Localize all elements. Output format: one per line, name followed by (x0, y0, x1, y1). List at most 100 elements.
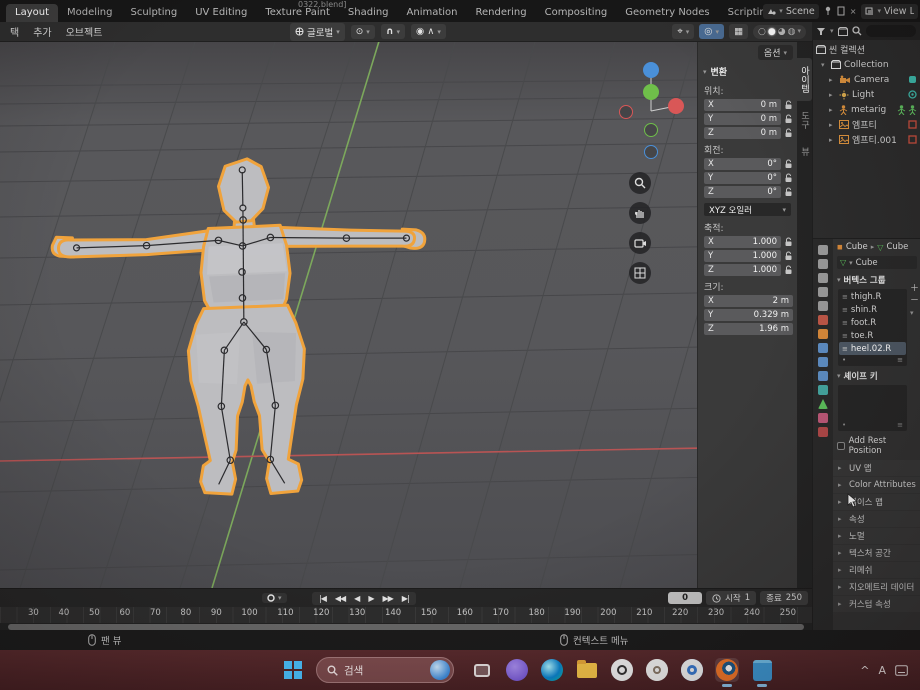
outliner-row-empty[interactable]: ▸ 엠프티 (813, 117, 920, 132)
rotation-mode-dropdown[interactable]: XYZ 오일러▾ (704, 203, 791, 216)
search-icon[interactable] (852, 26, 862, 36)
collapsed-panel-header[interactable]: ▸ 노멀 (833, 528, 920, 544)
transform-orientation-dropdown[interactable]: 글로벌 ▾ (290, 23, 345, 41)
tray-expand-button[interactable]: ^ (860, 664, 869, 677)
vertex-group-specials-menu[interactable]: ▾ (910, 309, 919, 318)
remove-vertex-group-button[interactable]: － (910, 297, 919, 306)
display-mode-icon[interactable] (838, 27, 848, 36)
outliner-search-input[interactable] (866, 25, 916, 37)
vertex-groups-panel-header[interactable]: ▾ 버텍스 그룹 (833, 270, 920, 288)
properties-tab-icon[interactable] (818, 399, 828, 409)
properties-tab-icon[interactable] (818, 315, 828, 325)
xray-toggle[interactable]: ▦ (729, 24, 748, 39)
tab-view[interactable]: 뷰 (797, 139, 812, 164)
view-layer-selector[interactable]: ▾ View Layer (861, 4, 918, 19)
toggle-perspective-button[interactable] (629, 262, 651, 284)
taskbar-app-chat[interactable] (505, 658, 529, 682)
light-data-badge[interactable] (908, 90, 917, 99)
transport-button[interactable]: ▶▶ (378, 593, 396, 604)
navigation-gizmo[interactable] (618, 54, 684, 166)
workspace-tab-rendering[interactable]: Rendering (467, 4, 536, 22)
workspace-tab-sculpting[interactable]: Sculpting (122, 4, 187, 22)
collapse-transform-icon[interactable]: ▾ (703, 68, 707, 76)
properties-tab-icon[interactable] (818, 301, 828, 311)
solid-shading-icon[interactable]: ● (768, 27, 776, 37)
pivot-point-dropdown[interactable]: ⊙▾ (351, 25, 375, 39)
properties-tab-icon[interactable] (818, 287, 828, 297)
rotation-field[interactable]: X0° (704, 158, 781, 170)
workspace-tab-compositing[interactable]: Compositing (536, 4, 617, 22)
shading-mode-switch[interactable]: ○ ● ◕ ◍ ▾ (753, 25, 806, 39)
vertex-group-item-active[interactable]: ≡heel.02.R (839, 342, 906, 355)
transport-button[interactable]: ◀ (350, 593, 363, 604)
lock-icon[interactable] (784, 128, 793, 138)
mesh-name-field[interactable]: ▽ ▾ Cube (837, 256, 917, 269)
list-menu-icon[interactable]: ≡ (897, 421, 903, 429)
scene-selector[interactable]: ▾ Scene (763, 4, 818, 19)
camera-view-button[interactable] (629, 232, 651, 254)
timeline-ruler[interactable]: 3040506070809010011012013014015016017018… (0, 607, 812, 623)
properties-tab-icon[interactable] (818, 371, 828, 381)
z-axis-handle[interactable] (643, 62, 659, 78)
filter-icon[interactable] (816, 27, 826, 36)
transport-button[interactable]: ▶ (364, 593, 377, 604)
collapsed-panel-header[interactable]: ▸ Color Attributes (833, 477, 920, 493)
collapsed-panel-header[interactable]: ▸ 텍스처 공간 (833, 545, 920, 561)
shape-keys-list[interactable]: • ≡ (838, 385, 907, 431)
properties-tab-icon[interactable] (818, 413, 828, 423)
armature-data-badge[interactable] (908, 105, 917, 115)
lock-icon[interactable] (784, 265, 793, 275)
lock-icon[interactable] (784, 100, 793, 110)
task-view-button[interactable] (470, 658, 494, 682)
properties-tab-icon[interactable] (818, 343, 828, 353)
menu-object[interactable]: 오브젝트 (66, 24, 103, 39)
neg-x-axis-handle[interactable] (620, 106, 633, 119)
rotation-field[interactable]: Z0° (704, 186, 781, 198)
properties-tab-icon[interactable] (818, 427, 828, 437)
rotation-field[interactable]: Y0° (704, 172, 781, 184)
taskbar-app-notes[interactable] (750, 658, 774, 682)
scale-field[interactable]: X1.000 (704, 236, 781, 248)
image-data-badge[interactable] (908, 120, 917, 129)
workspace-tab-animation[interactable]: Animation (398, 4, 467, 22)
material-shading-icon[interactable]: ◕ (778, 27, 786, 37)
character-model[interactable] (49, 151, 433, 508)
dimensions-field[interactable]: Y0.329 m (704, 309, 793, 321)
expander-icon[interactable]: ▸ (829, 136, 836, 144)
properties-tab-icon[interactable] (818, 357, 828, 367)
list-filter-icon[interactable]: • (842, 356, 846, 364)
taskbar-app-blender[interactable] (715, 658, 739, 682)
outliner-row-camera[interactable]: ▸ Camera (813, 72, 920, 87)
frame-start-field[interactable]: 시작 1 (706, 591, 756, 605)
expander-icon[interactable]: ▸ (829, 106, 836, 114)
move-view-button[interactable] (629, 202, 651, 224)
taskbar-app-file-explorer[interactable] (575, 658, 599, 682)
tab-tool[interactable]: 도구 (797, 103, 812, 137)
expander-icon[interactable]: ▸ (829, 91, 836, 99)
breadcrumb-object[interactable]: Cube (846, 242, 868, 252)
lock-icon[interactable] (784, 173, 793, 183)
workspace-tab-layout[interactable]: Layout (6, 4, 58, 22)
collapsed-panel-header[interactable]: ▸ 리메쉬 (833, 562, 920, 578)
options-button[interactable]: 옵션▾ (758, 45, 793, 60)
taskbar-search-input[interactable]: 검색 (316, 657, 454, 683)
lock-icon[interactable] (784, 237, 793, 247)
add-vertex-group-button[interactable]: ＋ (910, 285, 919, 294)
3d-viewport[interactable]: 옵션▾ ▾변환 위치: X0 m Y0 m (0, 42, 812, 588)
vertex-group-item[interactable]: ≡foot.R (839, 316, 906, 329)
transport-button[interactable]: |◀ (315, 593, 330, 604)
location-field[interactable]: Z0 m (704, 127, 781, 139)
taskbar-app-light-1[interactable] (610, 658, 634, 682)
list-filter-icon[interactable]: • (842, 421, 846, 429)
transport-button[interactable]: ◀◀ (331, 593, 349, 604)
ime-language-indicator[interactable]: A (878, 664, 886, 677)
tab-item[interactable]: 아이템 (797, 58, 812, 101)
collapsed-panel-header[interactable]: ▸ 지오메트리 데이터 (833, 579, 920, 595)
menu-select[interactable]: 택 (10, 24, 19, 39)
y-axis-handle[interactable] (643, 84, 659, 100)
workspace-tab-geometry-nodes[interactable]: Geometry Nodes (616, 4, 718, 22)
workspace-tab-shading[interactable]: Shading (339, 4, 398, 22)
outliner-row-light[interactable]: ▸ Light (813, 87, 920, 102)
scale-field[interactable]: Y1.000 (704, 250, 781, 262)
auto-keying-button[interactable]: ▾ (262, 593, 287, 603)
